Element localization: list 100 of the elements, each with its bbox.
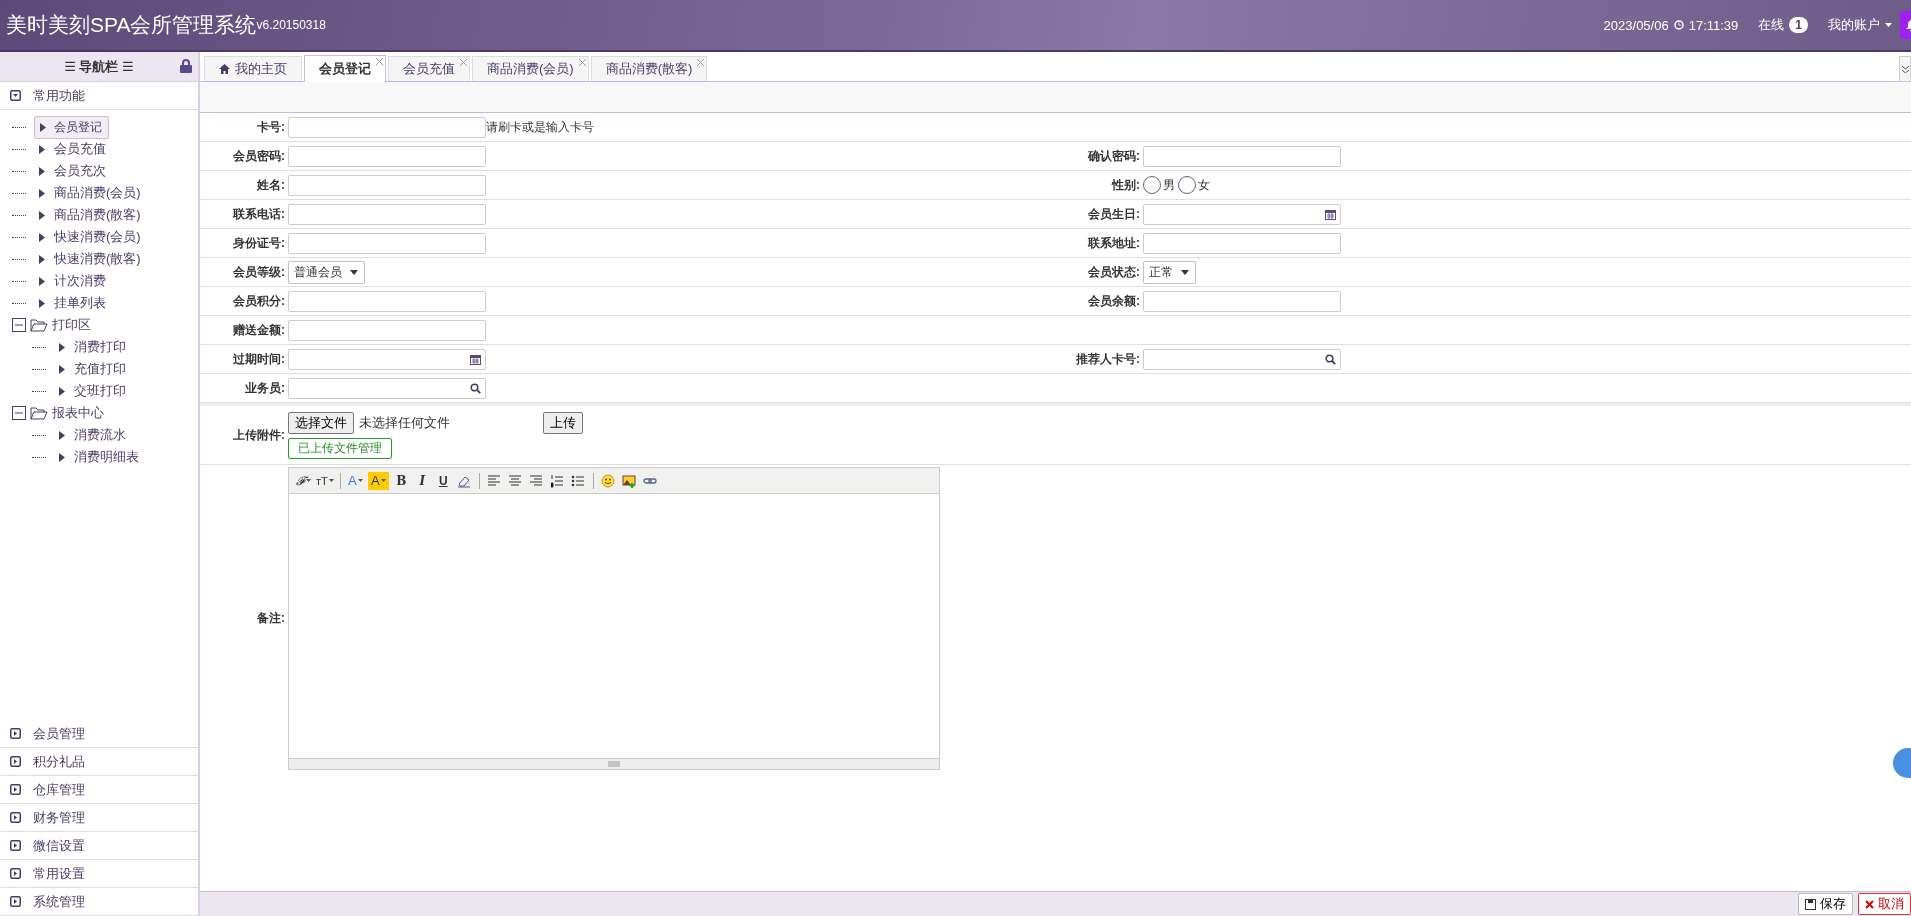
nav-section[interactable]: 积分礼品 xyxy=(0,748,198,776)
caret-icon xyxy=(59,430,65,440)
nav-item[interactable]: 商品消费(散客) xyxy=(34,204,148,226)
emoji-icon[interactable] xyxy=(599,471,617,490)
save-icon xyxy=(1805,898,1816,910)
nav-section[interactable]: 微信设置 xyxy=(0,832,198,860)
field-label: 卡号: xyxy=(256,118,285,136)
caret-icon xyxy=(59,342,65,352)
field-label: 会员密码: xyxy=(232,147,285,165)
select-field[interactable]: 正常 xyxy=(1143,260,1196,284)
input-field[interactable] xyxy=(1143,290,1341,312)
nav-item[interactable]: 快速消费(散客) xyxy=(34,248,148,270)
field-label: 会员余额: xyxy=(1087,292,1140,310)
nav-item[interactable]: 商品消费(会员) xyxy=(34,182,148,204)
folder-icon xyxy=(30,406,48,420)
double-caret-icon xyxy=(1901,65,1909,73)
caret-icon xyxy=(39,254,45,264)
date-field[interactable] xyxy=(288,348,486,370)
nav-item[interactable]: 会员充次 xyxy=(34,160,113,182)
nav-title: ☰ 导航栏 ☰ xyxy=(64,57,134,76)
caret-icon xyxy=(40,122,46,132)
close-icon[interactable] xyxy=(697,59,705,66)
caret-icon xyxy=(306,479,311,482)
tab[interactable]: 会员登记 xyxy=(304,55,386,82)
italic-button[interactable]: I xyxy=(413,471,431,490)
close-icon[interactable] xyxy=(376,58,383,65)
bold-button[interactable]: B xyxy=(392,471,410,490)
nav-folder[interactable]: 打印区 xyxy=(52,316,91,334)
nav-section[interactable]: 常用设置 xyxy=(0,860,198,888)
online-label: 在线 xyxy=(1758,16,1785,34)
tab[interactable]: 会员充值 xyxy=(388,56,470,81)
close-icon[interactable] xyxy=(460,59,467,66)
nav-item[interactable]: 充值打印 xyxy=(54,358,133,380)
search-field[interactable] xyxy=(1143,348,1341,370)
nav-item[interactable]: 会员充值 xyxy=(34,138,113,160)
hint-text: 请刷卡或是输入卡号 xyxy=(486,118,594,136)
minus-box-icon[interactable] xyxy=(12,406,26,420)
nav-section[interactable]: 会员管理 xyxy=(0,720,198,748)
nav-item[interactable]: 交班打印 xyxy=(54,380,133,402)
input-field[interactable] xyxy=(288,116,486,138)
field-label: 赠送金额: xyxy=(232,321,285,339)
caret-icon xyxy=(350,269,358,275)
rich-text-editor[interactable]: 𝓕 ᴛT A A B I U xyxy=(288,467,940,770)
file-status: 未选择任何文件 xyxy=(358,413,451,432)
input-field[interactable] xyxy=(288,174,486,196)
nav-item[interactable]: 挂单列表 xyxy=(34,292,113,314)
search-icon[interactable] xyxy=(470,382,481,394)
nav-section[interactable]: 财务管理 xyxy=(0,804,198,832)
cancel-button[interactable]: 取消 xyxy=(1858,893,1911,915)
expand-icon xyxy=(10,896,21,907)
color-button[interactable]: A xyxy=(346,471,364,490)
upload-button[interactable]: 上传 xyxy=(543,411,583,434)
nav-item[interactable]: 消费打印 xyxy=(54,336,133,358)
file-manager-button[interactable]: 已上传文件管理 xyxy=(288,437,392,459)
highlight-button[interactable]: A xyxy=(367,471,389,490)
nav-item[interactable]: 计次消费 xyxy=(34,270,113,292)
nav-section[interactable]: 系统管理 xyxy=(0,888,198,916)
nav-item[interactable]: 消费流水 xyxy=(54,424,133,446)
input-field[interactable] xyxy=(288,145,486,167)
choose-file-button[interactable]: 选择文件 xyxy=(288,411,354,434)
field-label: 过期时间: xyxy=(232,350,285,368)
input-field[interactable] xyxy=(288,319,486,341)
lock-icon[interactable] xyxy=(180,59,192,73)
underline-button[interactable]: U xyxy=(434,471,452,490)
field-label: 推荐人卡号: xyxy=(1075,350,1140,368)
close-icon[interactable] xyxy=(578,59,586,66)
input-field[interactable] xyxy=(288,290,486,312)
radio-label: 女 xyxy=(1198,176,1210,194)
caret-icon xyxy=(328,479,334,482)
save-button[interactable]: 保存 xyxy=(1798,893,1853,915)
input-field[interactable] xyxy=(288,203,486,225)
nav-item[interactable]: 会员登记 xyxy=(34,115,109,139)
nav-folder[interactable]: 报表中心 xyxy=(52,404,104,422)
caret-icon xyxy=(39,166,45,176)
tab[interactable]: 商品消费(散客) xyxy=(590,56,708,81)
size-button[interactable]: ᴛT xyxy=(316,471,334,490)
tab[interactable]: 商品消费(会员) xyxy=(472,56,589,81)
font-button[interactable]: 𝓕 xyxy=(295,471,312,490)
caret-icon xyxy=(39,276,45,286)
caret-icon xyxy=(380,479,386,482)
nav-item[interactable]: 消费明细表 xyxy=(54,446,146,468)
nav-section[interactable]: 常用功能 xyxy=(0,82,198,110)
calendar-icon[interactable] xyxy=(470,353,481,365)
account-menu[interactable]: 我的账户 xyxy=(1828,16,1880,34)
date-field[interactable] xyxy=(1143,203,1341,225)
nav-item[interactable]: 快速消费(会员) xyxy=(34,226,148,248)
minus-box-icon[interactable] xyxy=(12,318,26,332)
expand-icon xyxy=(10,784,21,795)
caret-icon xyxy=(39,232,45,242)
input-field[interactable] xyxy=(1143,145,1341,167)
tab-menu-button[interactable] xyxy=(1899,56,1911,82)
input-field[interactable] xyxy=(288,232,486,254)
search-field[interactable] xyxy=(288,377,486,399)
input-field[interactable] xyxy=(1143,232,1341,254)
nav-section[interactable]: 仓库管理 xyxy=(0,776,198,804)
field-label: 姓名: xyxy=(256,176,285,194)
search-icon[interactable] xyxy=(1325,353,1336,365)
calendar-icon[interactable] xyxy=(1325,208,1336,220)
tab[interactable]: 我的主页 xyxy=(204,56,302,81)
select-field[interactable]: 普通会员 xyxy=(288,260,365,284)
